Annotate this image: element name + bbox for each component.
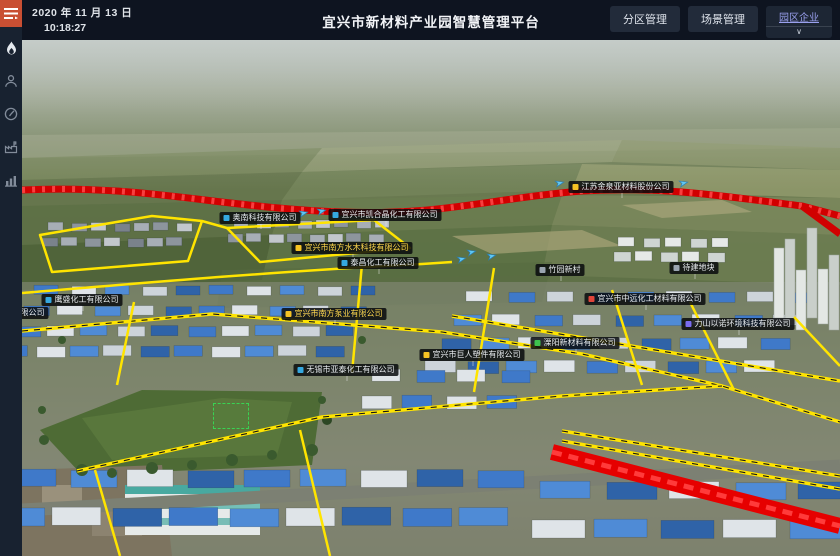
- scene-manage-button[interactable]: 场景管理: [688, 6, 758, 32]
- factory-marker-icon: [686, 321, 692, 327]
- map-label-text: 竹园新村: [549, 266, 581, 274]
- map-label-text: 宜兴市南方泵业有限公司: [295, 310, 383, 318]
- left-toolbar: [0, 0, 22, 556]
- map-label[interactable]: 宜兴市南方水木科技有限公司: [292, 242, 413, 254]
- flame-icon[interactable]: [0, 36, 22, 60]
- map-label[interactable]: 宜兴市巨人塑件有限公司: [420, 349, 525, 361]
- map-label-text: 泰昌化工有限公司: [351, 259, 415, 267]
- map-label-text: 宜兴市中远化工材料有限公司: [598, 295, 702, 303]
- map-label[interactable]: 江苏金泉亚材料股份公司: [569, 181, 674, 193]
- map-label-text: 溧阳新材料有限公司: [544, 339, 616, 347]
- map-label[interactable]: 待建地块: [670, 262, 719, 274]
- map-label-text: 力山以诺环境科技有限公司: [695, 320, 791, 328]
- meter-icon[interactable]: [0, 102, 22, 126]
- factory-icon[interactable]: [0, 135, 22, 159]
- map-label[interactable]: 宜兴市中远化工材料有限公司: [585, 293, 706, 305]
- factory-marker-icon: [286, 311, 292, 317]
- factory-marker-icon: [298, 367, 304, 373]
- map-label[interactable]: 宜兴市南方泵业有限公司: [282, 308, 387, 320]
- factory-marker-icon: [296, 245, 302, 251]
- map-terrain: [22, 40, 840, 556]
- map-label[interactable]: 无锡市亚泰化工有限公司: [294, 364, 399, 376]
- map-label[interactable]: 奥南科技有限公司: [220, 212, 301, 224]
- map-label[interactable]: 宜兴市凯合晶化工有限公司: [329, 209, 442, 221]
- map-label-text: 宜兴市凯合晶化工有限公司: [342, 211, 438, 219]
- factory-marker-icon: [333, 212, 339, 218]
- map-label-text: 江苏金泉亚材料股份公司: [582, 183, 670, 191]
- map-label-text: 待建地块: [683, 264, 715, 272]
- map-label-text: 宜兴市巨人塑件有限公司: [433, 351, 521, 359]
- factory-marker-icon: [224, 215, 230, 221]
- dropdown-label: 园区企业: [766, 6, 832, 26]
- map-label[interactable]: 鹰盛化工有限公司: [42, 294, 123, 306]
- map-3d-view[interactable]: [22, 40, 840, 556]
- factory-marker-icon: [46, 297, 52, 303]
- map-label[interactable]: 竹园新村: [536, 264, 585, 276]
- chevron-down-icon: ∨: [766, 26, 832, 38]
- factory-marker-icon: [424, 352, 430, 358]
- factory-marker-icon: [573, 184, 579, 190]
- map-label[interactable]: 溧阳新材料有限公司: [531, 337, 620, 349]
- map-label-text: 宜兴市南方水木科技有限公司: [305, 244, 409, 252]
- park-enterprise-dropdown[interactable]: 园区企业 ∨: [766, 6, 832, 38]
- map-label[interactable]: 泰昌化工有限公司: [338, 257, 419, 269]
- map-label-text: 无锡市亚泰化工有限公司: [307, 366, 395, 374]
- map-label-text: 奥南科技有限公司: [233, 214, 297, 222]
- top-bar: 2020 年 11 月 13 日 10:18:27 宜兴市新材料产业园智慧管理平…: [22, 0, 840, 40]
- bar-chart-icon[interactable]: [0, 168, 22, 192]
- zone-manage-button[interactable]: 分区管理: [610, 6, 680, 32]
- factory-marker-icon: [589, 296, 595, 302]
- person-icon[interactable]: [0, 69, 22, 93]
- factory-marker-icon: [540, 267, 546, 273]
- factory-marker-icon: [535, 340, 541, 346]
- menu-icon[interactable]: [0, 0, 22, 27]
- factory-marker-icon: [342, 260, 348, 266]
- factory-marker-icon: [674, 265, 680, 271]
- map-label-text: 鹰盛化工有限公司: [55, 296, 119, 304]
- map-label[interactable]: 力山以诺环境科技有限公司: [682, 318, 795, 330]
